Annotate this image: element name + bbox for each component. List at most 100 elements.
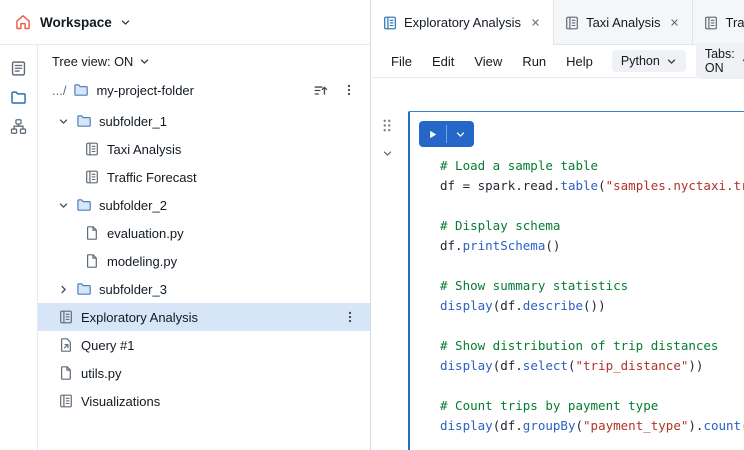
tree-item-traffic-forecast[interactable]: Traffic Forecast [38,163,370,191]
chevron-down-icon[interactable] [120,17,131,28]
tree-item-modeling-py[interactable]: modeling.py [38,247,370,275]
tab-taxi-analysis[interactable]: Taxi Analysis [554,0,693,45]
workspace-header: Workspace [0,0,370,45]
rail-workspace-files-button[interactable] [5,84,33,110]
close-icon[interactable] [528,15,543,30]
code-line [440,316,744,336]
chevron-down-icon [455,129,466,140]
tab-traffic-forecast[interactable]: Traffic Forecast [693,0,744,45]
code-token-comment: # Show summary statistics [440,278,628,293]
code-token-plain: ()) [583,298,606,313]
tree-item-taxi-analysis[interactable]: Taxi Analysis [38,135,370,163]
code-token-plain: df. [440,238,463,253]
left-panel: Workspace Tree view: ON .../ my-project-… [0,0,371,450]
tree-item-subfolder-1[interactable]: subfolder_1 [38,107,370,135]
code-token-plain: (df. [493,358,523,373]
menu-view[interactable]: View [465,51,511,72]
root-folder-name: my-project-folder [96,83,194,98]
code-line: df.printSchema() [440,236,744,256]
chevron-right-icon[interactable] [58,284,69,295]
code-token-func: display [440,418,493,433]
code-token-plain: ( [575,418,583,433]
workspace-title: Workspace [40,15,112,30]
run-cell-button[interactable] [419,121,474,147]
run-play-segment[interactable] [419,121,446,147]
code-token-func: printSchema [463,238,546,253]
tabs-toggle-label: Tabs: ON [705,47,735,75]
folder-outline-icon [10,89,27,106]
tabs-toggle-button[interactable]: Tabs: ON [696,43,744,79]
code-line: # Display schema [440,216,744,236]
rail-workflows-button[interactable] [5,113,33,139]
home-icon[interactable] [14,13,32,31]
menu-help[interactable]: Help [557,51,602,72]
tab-label: Exploratory Analysis [404,15,521,30]
cell-gutter [381,118,393,159]
close-icon[interactable] [667,15,682,30]
code-token-comment: # Count trips by payment type [440,398,658,413]
notebook-icon [84,169,100,185]
folder-icon [76,281,92,297]
collapse-cell-icon[interactable] [382,148,393,159]
file-tree-panel: Tree view: ON .../ my-project-folder sub… [38,45,370,450]
tree-item-exploratory-analysis[interactable]: Exploratory Analysis [38,303,370,331]
code-token-plain: () [545,238,560,253]
kebab-menu-icon[interactable] [342,83,356,97]
chevron-down-icon[interactable] [58,116,69,127]
tab-exploratory-analysis[interactable]: Exploratory Analysis [372,0,554,45]
file-icon [58,365,74,381]
workspace-app: Workspace Tree view: ON .../ my-project-… [0,0,744,450]
run-options-segment[interactable] [447,121,474,147]
code-line: # Count trips by payment type [440,396,744,416]
notebook-icon [703,15,719,31]
code-token-func: table [560,178,598,193]
menu-file[interactable]: File [382,51,421,72]
tree-item-label: Visualizations [81,394,160,409]
editor-panel: Exploratory Analysis Taxi AnalysisTraffic… [372,0,744,450]
drag-handle-icon[interactable] [381,118,393,133]
tree-item-utils-py[interactable]: utils.py [38,359,370,387]
tree-item-label: Taxi Analysis [107,142,181,157]
code-token-func: count [703,418,741,433]
tree-item-visualizations[interactable]: Visualizations [38,387,370,415]
code-token-func: groupBy [523,418,576,433]
menu-edit[interactable]: Edit [423,51,463,72]
code-line [440,256,744,276]
tree-item-label: Exploratory Analysis [81,310,198,325]
root-folder-row[interactable]: .../ my-project-folder [38,75,370,105]
code-token-func: select [523,358,568,373]
tree-item-label: evaluation.py [107,226,184,241]
menu-run[interactable]: Run [513,51,555,72]
code-editor[interactable]: # Load a sample tabledf = spark.read.tab… [440,156,744,436]
code-token-plain: (df. [493,418,523,433]
notebook-icon [58,309,74,325]
chevron-down-icon[interactable] [58,200,69,211]
folder-icon [76,113,92,129]
workflow-icon [10,118,27,135]
chevron-down-icon [666,56,677,67]
tree-item-query-1[interactable]: Query #1 [38,331,370,359]
tree-item-label: Query #1 [81,338,134,353]
code-line [440,196,744,216]
root-actions [313,83,356,98]
folder-icon [73,82,89,98]
tree-list: subfolder_1 Taxi Analysis Traffic Forecast… [38,107,370,415]
play-icon [427,129,438,140]
kebab-menu-icon[interactable] [343,310,357,324]
tree-item-evaluation-py[interactable]: evaluation.py [38,219,370,247]
sort-icon[interactable] [313,83,328,98]
rail-recents-button[interactable] [5,55,33,81]
code-line: # Load a sample table [440,156,744,176]
code-token-func: display [440,298,493,313]
code-token-func: describe [523,298,583,313]
code-line: # Show distribution of trip distances [440,336,744,356]
code-token-plain: ). [688,418,703,433]
file-icon [84,253,100,269]
code-line: df = spark.read.table("samples.nyctaxi.t… [440,176,744,196]
tree-view-toggle[interactable]: Tree view: ON [50,51,152,72]
tree-item-subfolder-2[interactable]: subfolder_2 [38,191,370,219]
notebook-cell[interactable]: # Load a sample tabledf = spark.read.tab… [408,111,744,450]
tree-item-subfolder-3[interactable]: subfolder_3 [38,275,370,303]
language-selector-button[interactable]: Python [612,50,686,72]
menu-items: FileEditViewRunHelp [382,51,602,72]
